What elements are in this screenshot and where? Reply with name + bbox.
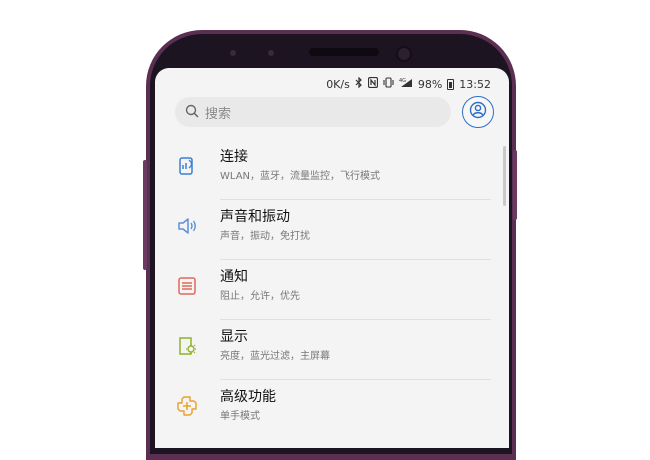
- speaker-icon: [175, 214, 199, 238]
- settings-item-title: 连接: [220, 149, 248, 165]
- side-button-left: [143, 160, 147, 270]
- settings-item-title: 显示: [220, 329, 248, 345]
- search-icon: [185, 103, 199, 122]
- 4g-signal-icon: 4G: [399, 77, 413, 91]
- network-speed: 0K/s: [326, 77, 350, 91]
- account-icon: [469, 101, 487, 123]
- settings-item-sound[interactable]: 声音和振动 声音，振动，免打扰: [155, 200, 509, 260]
- settings-item-notifications[interactable]: 通知 阻止，允许，优先: [155, 260, 509, 320]
- display-icon: [175, 334, 199, 358]
- front-camera: [396, 46, 412, 62]
- settings-item-advanced[interactable]: 高级功能 单手模式: [155, 380, 509, 440]
- svg-text:4G: 4G: [399, 78, 406, 84]
- settings-item-subtitle: 单手模式: [220, 411, 260, 422]
- settings-list: 连接 WLAN，蓝牙，流量监控，飞行模式 声音和振动 声音，振动，免打扰 通知 …: [155, 140, 509, 440]
- settings-item-connections[interactable]: 连接 WLAN，蓝牙，流量监控，飞行模式: [155, 140, 509, 200]
- notification-icon: [175, 274, 199, 298]
- status-bar: 0K/s 4G 98% 13:52: [326, 76, 491, 92]
- bluetooth-icon: [355, 76, 363, 91]
- settings-item-display[interactable]: 显示 亮度，蓝光过滤，主屏幕: [155, 320, 509, 380]
- search-bar[interactable]: 搜索: [175, 97, 451, 127]
- sensor-dot: [230, 50, 236, 56]
- settings-item-title: 声音和振动: [220, 209, 290, 225]
- side-button-right: [513, 150, 517, 220]
- advanced-features-icon: [175, 394, 199, 418]
- settings-item-title: 高级功能: [220, 389, 276, 405]
- battery-icon: [447, 78, 455, 90]
- phone-screen: 0K/s 4G 98% 13:52 搜索 连接 WLAN，蓝牙，流量监控，飞行模…: [155, 68, 509, 448]
- clock: 13:52: [459, 77, 491, 91]
- settings-item-subtitle: 声音，振动，免打扰: [220, 231, 310, 242]
- search-placeholder: 搜索: [205, 106, 232, 122]
- connections-icon: [175, 154, 199, 178]
- settings-item-subtitle: 阻止，允许，优先: [220, 291, 300, 302]
- nfc-icon: [367, 76, 378, 91]
- vibrate-icon: [383, 77, 394, 91]
- settings-item-title: 通知: [220, 269, 248, 285]
- battery-percent: 98%: [417, 77, 443, 91]
- sensor-dot: [268, 50, 274, 56]
- earpiece-speaker: [309, 48, 379, 56]
- account-button[interactable]: [462, 96, 494, 128]
- settings-item-subtitle: WLAN，蓝牙，流量监控，飞行模式: [220, 171, 381, 182]
- settings-item-subtitle: 亮度，蓝光过滤，主屏幕: [220, 351, 330, 362]
